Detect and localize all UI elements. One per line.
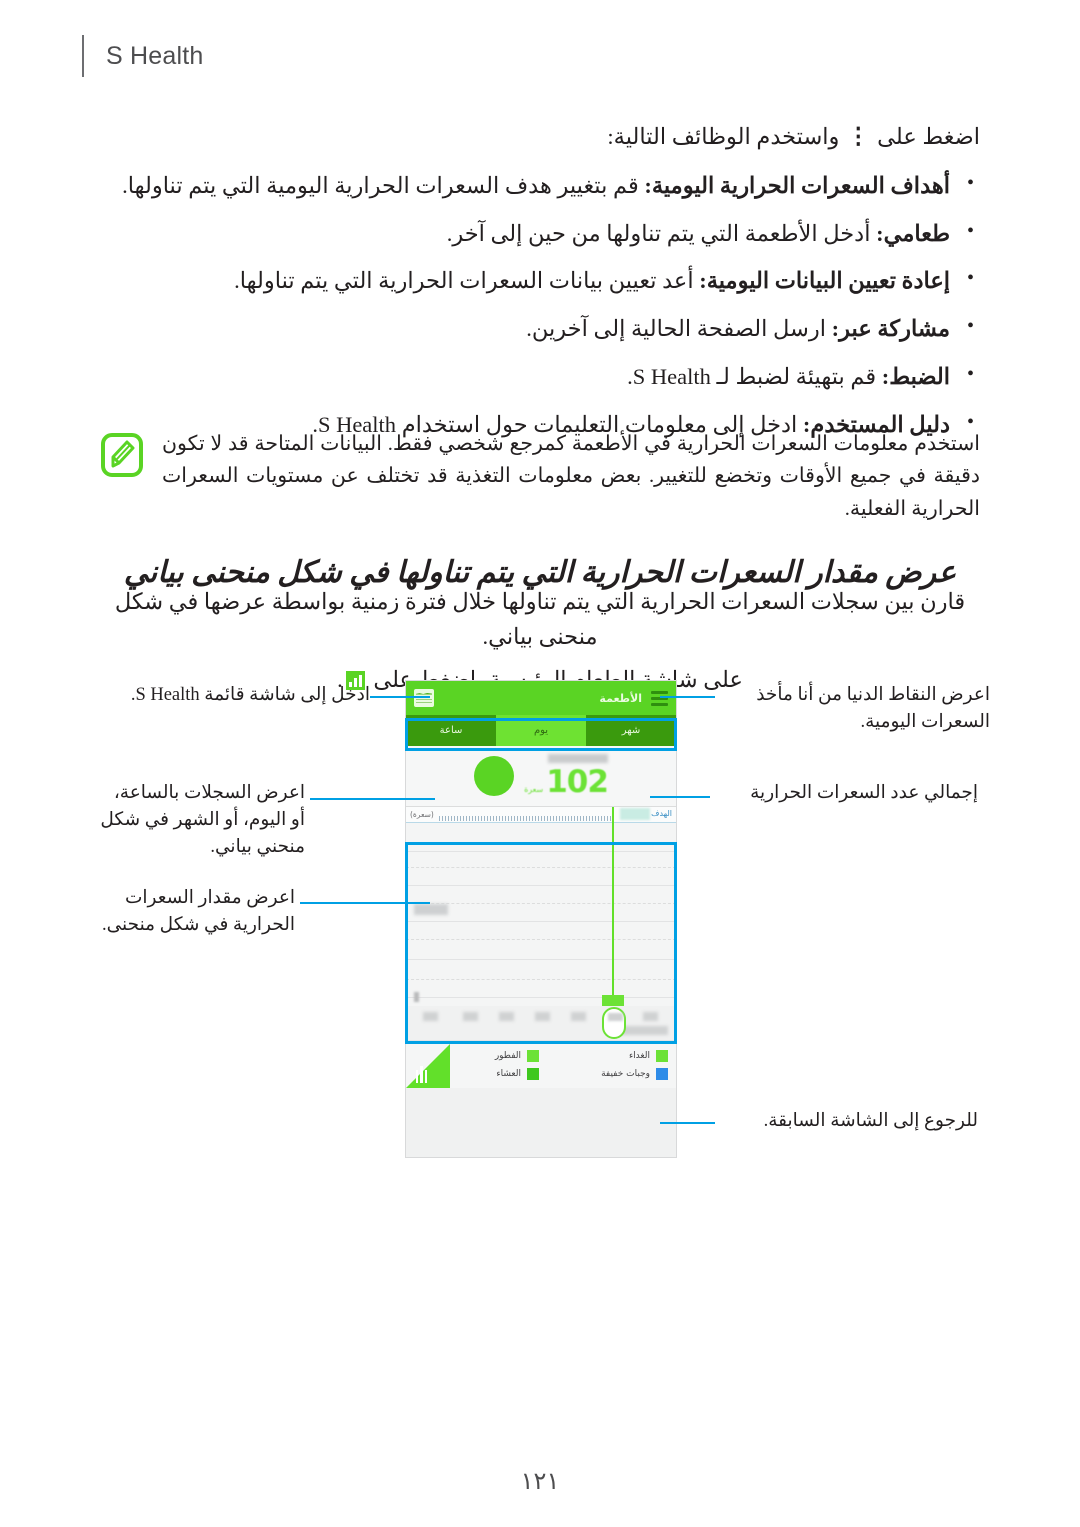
app-bar-leading: الأطعمة: [599, 690, 668, 706]
leader-line-points: [660, 696, 715, 698]
legend-item-lunch: الغداء: [543, 1047, 668, 1065]
x-axis-tick: [499, 1012, 514, 1021]
annotation-period: اعرض السجلات بالساعة، أو اليوم، أو الشهر…: [100, 783, 305, 857]
y-axis-zero-label: [414, 992, 419, 1002]
legend-label: الغداء: [628, 1051, 650, 1061]
list-item-desc: قم بتغيير هدف السعرات الحرارية اليومية ا…: [122, 172, 639, 198]
current-day-indicator-line: [612, 807, 614, 1006]
x-axis-tick: [535, 1012, 550, 1021]
meal-legend: الغداء الفطور وجبات خفيفة العشاء: [406, 1040, 676, 1088]
grid-line: [406, 959, 676, 960]
selected-day-label-blurred: [608, 1013, 623, 1021]
page-number: ١٢١: [520, 1467, 560, 1495]
calorie-bar: [602, 995, 624, 1006]
calorie-summary: 102سعرة: [406, 746, 676, 806]
intro-line: اضغط على ⋮ واستخدم الوظائف التالية:: [100, 120, 980, 155]
note-pencil-icon: [100, 432, 144, 478]
list-item: أهداف السعرات الحرارية اليومية: قم بتغيي…: [100, 168, 980, 203]
list-item-desc: قم بتهيئة لضبط لـ S Health.: [627, 363, 877, 389]
leader-line-back: [660, 1122, 715, 1124]
calorie-total-value: 102: [546, 764, 609, 800]
x-axis-tick: [463, 1012, 478, 1021]
tab-month[interactable]: شهر: [586, 715, 676, 746]
legend-item-snacks: وجبات خفيفة: [543, 1065, 668, 1083]
chart-view-icon[interactable]: [414, 689, 434, 707]
legend-label: الفطور: [494, 1051, 521, 1061]
cutlery-icon: [413, 1066, 427, 1083]
note-text: استخدم معلومات السعرات الحرارية في الأطع…: [162, 433, 980, 520]
app-bar: الأطعمة: [406, 681, 676, 715]
graph-unit-label: (سعرة): [410, 810, 434, 819]
graph-x-axis: [406, 1006, 676, 1040]
x-axis-tick: [423, 1012, 438, 1021]
page-title: S Health: [106, 41, 204, 70]
y-axis-label-blurred: [414, 904, 448, 915]
list-item-term: مشاركة عبر:: [831, 316, 950, 342]
annotation-menu: ادخل إلى شاشة قائمة S Health.: [130, 685, 370, 705]
leader-line-graph: [300, 902, 430, 904]
legend-label: العشاء: [496, 1069, 521, 1079]
note-box: استخدم معلومات السعرات الحرارية في الأطع…: [100, 428, 980, 525]
hamburger-menu-icon[interactable]: [651, 690, 668, 706]
calorie-graph[interactable]: الهدف (سعرة): [406, 806, 676, 1006]
grid-line: [406, 867, 676, 868]
summary-progress-dot: [474, 756, 515, 796]
annotation-graph: اعرض مقدار السعرات الحرارية في شكل منحنى…: [102, 888, 295, 935]
goal-label: الهدف: [651, 809, 672, 818]
intro-after-text: واستخدم الوظائف التالية:: [607, 124, 840, 149]
x-axis-tick: [571, 1012, 586, 1021]
app-bar-title: الأطعمة: [599, 691, 642, 705]
goal-marker-fill: [620, 808, 650, 820]
list-item-desc: أدخل الأطعمة التي يتم تناولها من حين إلى…: [446, 220, 871, 246]
grid-line: [406, 979, 676, 980]
main-content: اضغط على ⋮ واستخدم الوظائف التالية: أهدا…: [100, 120, 980, 455]
tab-day[interactable]: يوم: [496, 715, 586, 746]
legend-swatch: [656, 1050, 668, 1062]
section-paragraph: قارن بين سجلات السعرات الحرارية التي يتم…: [114, 589, 966, 649]
list-item: الضبط: قم بتهيئة لضبط لـ S Health.: [100, 359, 980, 394]
list-item-term: أهداف السعرات الحرارية اليومية:: [644, 172, 950, 198]
leader-line-period: [310, 798, 435, 800]
list-item-term: طعامي:: [876, 220, 950, 246]
grid-line: [406, 921, 676, 922]
legend-swatch: [527, 1050, 539, 1062]
calorie-unit-label: سعرة: [524, 785, 544, 794]
grid-line: [406, 885, 676, 886]
list-item: إعادة تعيين البيانات اليومية: أعد تعيين …: [100, 263, 980, 298]
annotation-back: للرجوع إلى الشاشة السابقة.: [763, 1111, 978, 1131]
list-item: مشاركة عبر: ارسل الصفحة الحالية إلى آخري…: [100, 311, 980, 346]
list-item-term: الضبط:: [881, 363, 950, 389]
kebab-menu-icon: ⋮: [847, 123, 870, 148]
summary-values: 102سعرة: [524, 754, 609, 800]
list-item: طعامي: أدخل الأطعمة التي يتم تناولها من …: [100, 216, 980, 251]
graph-goal-row: الهدف (سعرة): [406, 807, 676, 823]
page-header: S Health: [0, 33, 1080, 79]
list-item-desc: ارسل الصفحة الحالية إلى آخرين.: [526, 316, 826, 342]
grid-line: [406, 997, 676, 998]
annotated-figure: الأطعمة شهر يوم ساعة 102سعرة الهدف (سعرة…: [0, 680, 1080, 1180]
phone-screenshot: الأطعمة شهر يوم ساعة 102سعرة الهدف (سعرة…: [405, 680, 677, 1158]
legend-label: وجبات خفيفة: [601, 1069, 650, 1079]
legend-swatch: [527, 1068, 539, 1080]
legend-swatch: [656, 1068, 668, 1080]
annotation-points: اعرض النقاط الدنيا من أنا مأخذ السعرات ا…: [756, 685, 990, 732]
tab-hour[interactable]: ساعة: [406, 715, 496, 746]
header-divider: [82, 35, 84, 77]
header-inner: S Health: [62, 35, 204, 77]
leader-line-menu: [370, 696, 430, 698]
selected-day-pill[interactable]: [602, 1007, 626, 1039]
graph-tick-rule: [438, 816, 614, 821]
function-list: أهداف السعرات الحرارية اليومية: قم بتغيي…: [100, 168, 980, 442]
grid-line: [406, 939, 676, 940]
annotation-total: إجمالي عدد السعرات الحرارية: [750, 783, 978, 803]
list-item-desc: أعد تعيين بيانات السعرات الحرارية التي ي…: [234, 268, 694, 294]
summary-date-blurred: [547, 754, 608, 763]
grid-line: [406, 851, 676, 852]
period-tabs: شهر يوم ساعة: [406, 715, 676, 746]
x-axis-tick: [643, 1012, 658, 1021]
leader-line-total: [650, 796, 710, 798]
list-item-term: إعادة تعيين البيانات اليومية:: [699, 268, 950, 294]
intro-before-text: اضغط على: [877, 124, 980, 149]
